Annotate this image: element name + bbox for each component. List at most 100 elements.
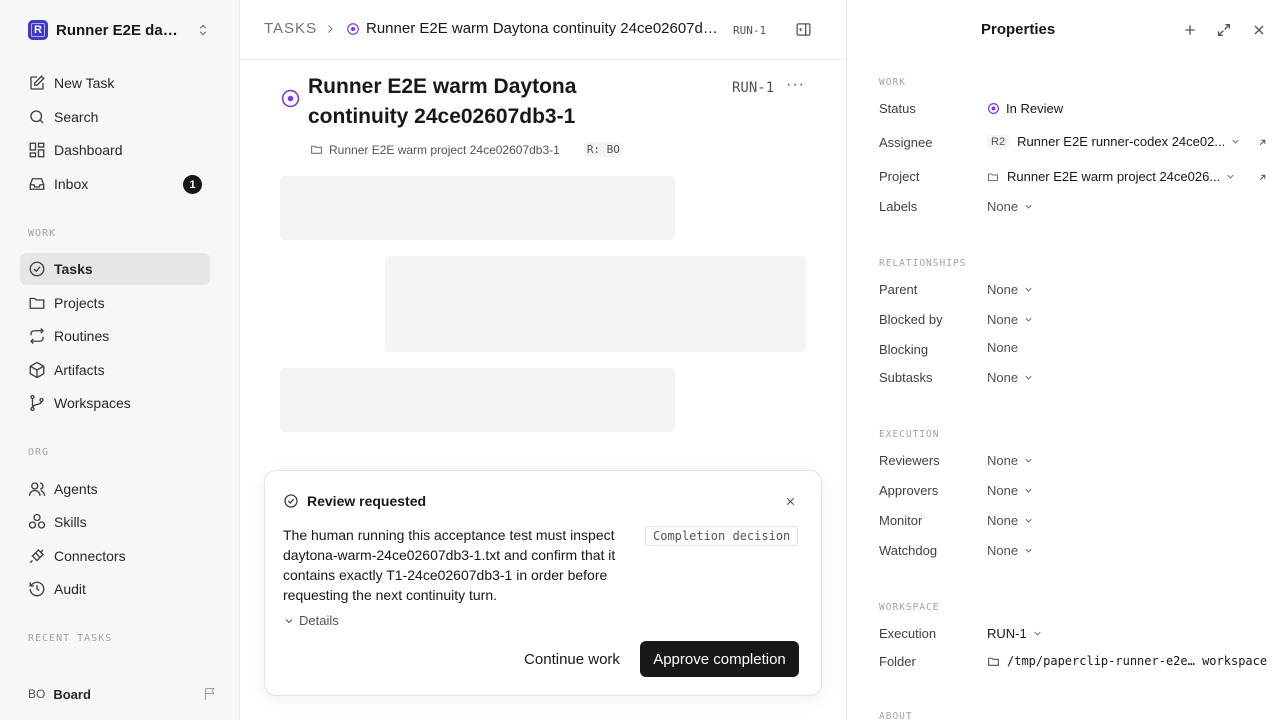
chevron-down-icon [285,618,293,623]
search-icon [30,110,44,124]
nav-inbox[interactable]: Inbox 1 [20,168,210,200]
labels-picker[interactable]: None [987,199,1034,214]
folder-icon [988,657,999,666]
properties-title: Properties [981,21,1056,38]
section-label-org: ORG [28,447,50,458]
nav-tasks[interactable]: Tasks [20,253,210,285]
expand-icon[interactable] [1216,22,1232,38]
blocked-by-picker[interactable]: None [987,312,1034,327]
folder-value: /tmp/paperclip-runner-e2e… workspace [1007,654,1268,668]
nav-workspaces[interactable]: Workspaces [20,387,210,419]
in-review-status-icon [347,23,359,35]
nav-label: Search [54,109,99,125]
watchdog-picker[interactable]: None [987,543,1034,558]
open-link-icon[interactable] [1257,172,1268,183]
approve-completion-button[interactable]: Approve completion [640,641,799,677]
chevron-down-icon [1232,139,1239,144]
approvers-value: None [987,483,1019,498]
nav-dashboard[interactable]: Dashboard [20,134,210,166]
monitor-label: Monitor [879,513,923,528]
avatar: BO [28,687,46,701]
continue-work-button[interactable]: Continue work [511,641,633,677]
nav-audit[interactable]: Audit [20,573,210,605]
nav-artifacts[interactable]: Artifacts [20,354,210,386]
blocking-value: None [987,340,1019,355]
section-label-execution: EXECUTION [879,429,940,440]
monitor-picker[interactable]: None [987,513,1034,528]
assignee-picker[interactable]: R2 Runner E2E runner-codex 24ce02... [987,134,1272,149]
page-title[interactable]: Runner E2E warm Daytona continuity 24ce0… [308,72,598,132]
labels-label: Labels [879,199,918,214]
nav-skills[interactable]: Skills [20,506,210,538]
status-icon[interactable] [281,89,300,108]
chevron-down-icon [1025,375,1032,380]
section-label-work: WORK [879,77,906,88]
nav-label: Agents [54,481,98,497]
breadcrumb-tasks-link[interactable]: TASKS [264,20,317,37]
project-value: Runner E2E warm project 24ce026... [1007,169,1221,184]
nav-new-task[interactable]: New Task [20,67,210,99]
review-body: The human running this acceptance test m… [283,527,616,603]
section-label-workspace: WORKSPACE [879,602,940,613]
approvers-label: Approvers [879,483,939,498]
reviewers-value: None [987,453,1019,468]
nav-routines[interactable]: Routines [20,320,210,352]
parent-picker[interactable]: None [987,282,1034,297]
plus-icon[interactable] [1182,22,1198,38]
reviewers-label: Reviewers [879,453,940,468]
folder-icon [311,145,322,154]
review-title: Review requested [307,493,427,509]
chevron-down-icon [1025,287,1032,292]
project-link[interactable]: Runner E2E warm project 24ce02607db3-1 R… [310,142,623,157]
close-icon[interactable] [1251,22,1267,38]
inbox-count-badge: 1 [183,175,202,194]
folder-value-row[interactable]: /tmp/paperclip-runner-e2e… workspace [987,654,1267,668]
review-request-card: Review requested The human running this … [264,470,822,696]
folder-icon [988,173,998,181]
assignee-avatar: R2 [987,134,1010,149]
approvers-picker[interactable]: None [987,483,1034,498]
reference-chip: R: BO [583,142,623,157]
project-name: Runner E2E warm project 24ce02607db3-1 [329,142,560,157]
blocked-by-label: Blocked by [879,312,943,327]
nav-label: Tasks [54,261,93,277]
panel-toggle-icon[interactable] [795,21,812,38]
assignee-label: Assignee [879,135,933,150]
nav-projects[interactable]: Projects [20,287,210,319]
project-picker[interactable]: Runner E2E warm project 24ce026... [987,169,1272,184]
execution-value: RUN-1 [987,626,1027,641]
chevron-down-icon [1025,204,1032,209]
nav-label: Audit [54,581,86,597]
execution-picker[interactable]: RUN-1 [987,626,1043,641]
section-label-recent: RECENT TASKS [28,633,113,644]
nav-agents[interactable]: Agents [20,473,210,505]
board-user-row[interactable]: BO Board [28,682,218,706]
chevron-right-icon [328,25,333,33]
chevron-down-icon [1025,317,1032,322]
chevron-down-icon [1025,518,1032,523]
workspace-name: Runner E2E dayt... [56,21,184,39]
nav-label: Dashboard [54,142,123,158]
nav-search[interactable]: Search [20,101,210,133]
watchdog-label: Watchdog [879,543,938,558]
nav-label: Connectors [54,548,126,564]
more-options-button[interactable]: ··· [786,76,805,94]
execution-label: Execution [879,626,937,641]
subtasks-label: Subtasks [879,370,933,385]
inbox-icon [29,178,45,190]
details-toggle[interactable]: Details [283,613,339,628]
reviewers-picker[interactable]: None [987,453,1034,468]
close-icon[interactable] [784,495,797,508]
blocking-label: Blocking [879,342,929,357]
nav-label: Workspaces [54,395,131,411]
open-link-icon[interactable] [1257,137,1268,148]
flag-icon[interactable] [203,686,218,701]
in-review-status-icon [988,103,999,114]
nav-connectors[interactable]: Connectors [20,540,210,572]
workspace-switcher[interactable]: R Runner E2E dayt... [20,14,220,46]
status-picker[interactable]: In Review [987,101,1063,116]
subtasks-value: None [987,370,1019,385]
subtasks-picker[interactable]: None [987,370,1034,385]
board-label: Board [53,686,91,702]
git-branch-icon [30,394,44,412]
